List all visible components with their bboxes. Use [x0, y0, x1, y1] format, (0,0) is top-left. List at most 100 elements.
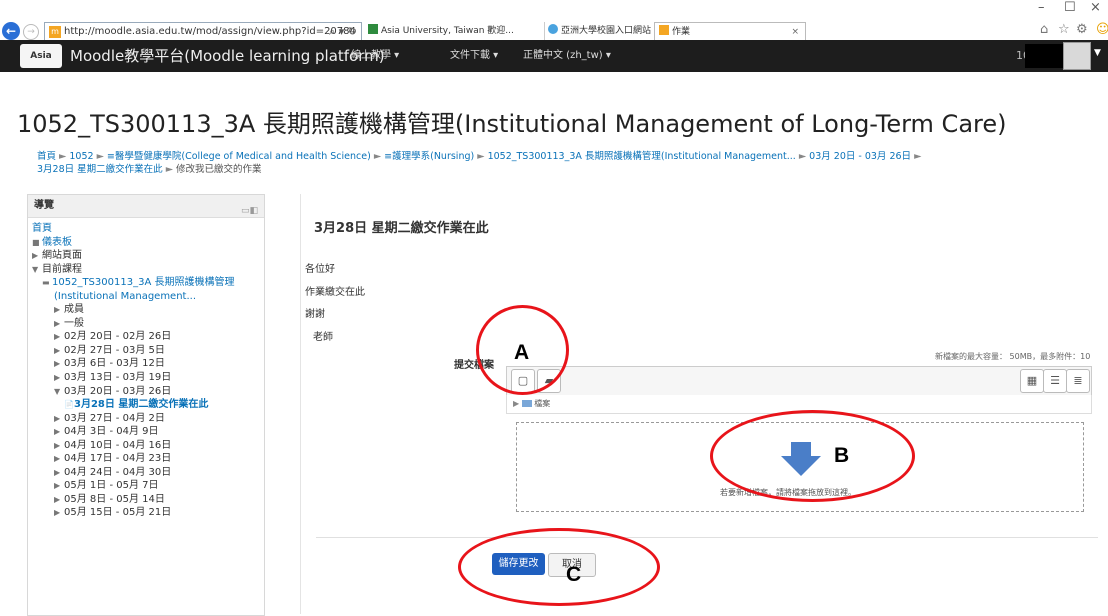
annotation-ring-b	[710, 410, 915, 502]
address-bar[interactable]: m http://moodle.asia.edu.tw/mod/assign/vi…	[44, 22, 362, 42]
sidebar-item[interactable]: ▶ 03月 13日 - 03月 19日	[28, 371, 264, 385]
intro-line-submit-here: 作業繳交在此	[305, 287, 365, 298]
menu-documents[interactable]: 文件下載 ▾	[450, 44, 498, 68]
moodle-logo[interactable]: Asia	[20, 44, 62, 68]
breadcrumb-separator-icon: ►	[165, 164, 177, 175]
maximize-button[interactable]: ☐	[1064, 0, 1076, 15]
sidebar-item[interactable]: 首頁	[28, 222, 264, 236]
sidebar-item[interactable]: ▶ 一般	[28, 317, 264, 331]
minimize-button[interactable]: –	[1038, 0, 1045, 15]
annotation-label-c: C	[566, 563, 582, 586]
bullet-icon: ■	[32, 237, 40, 247]
view-tree-icon[interactable]: ≣	[1066, 369, 1090, 393]
tab-favicon-icon	[368, 24, 378, 34]
breadcrumb-week[interactable]: 03月 20日 - 03月 26日	[809, 151, 911, 162]
site-brand[interactable]: Moodle教學平台(Moodle learning platform)	[70, 44, 385, 68]
sidebar-item[interactable]: ▶ 03月 27日 - 04月 2日	[28, 412, 264, 426]
intro-line-thanks: 謝謝	[305, 309, 325, 320]
menu-language[interactable]: 正體中文 (zh_tw) ▾	[523, 44, 611, 68]
breadcrumb-separator-icon: ►	[373, 151, 385, 162]
sidebar-item[interactable]: ▶ 03月 6日 - 03月 12日	[28, 357, 264, 371]
chevron-right-icon: ▶	[54, 318, 61, 328]
sidebar-item[interactable]: 📄3月28日 星期二繳交作業在此	[28, 398, 264, 412]
max-file-size-info: 新檔案的最大容量： 50MB，最多附件：10	[935, 352, 1091, 361]
settings-gear-icon[interactable]: ⚙	[1076, 22, 1088, 37]
chevron-down-icon[interactable]: ▼	[1094, 48, 1101, 58]
back-icon[interactable]: ←	[2, 22, 20, 40]
chevron-right-icon: ▶	[54, 427, 61, 437]
sidebar-item-label: 05月 8日 - 05月 14日	[64, 493, 165, 505]
breadcrumb-course[interactable]: 1052_TS300113_3A 長期照護機構管理(Institutional …	[488, 151, 796, 162]
sidebar-item[interactable]: ▬ 1052_TS300113_3A 長期照護機構管理	[28, 276, 264, 290]
view-icons-icon[interactable]: ▦	[1020, 369, 1044, 393]
browser-tab-assignment[interactable]: 作業 ×	[654, 22, 806, 41]
intro-line-teacher: 老師	[313, 332, 333, 343]
favorites-star-icon[interactable]: ☆	[1058, 22, 1070, 37]
breadcrumb-separator-icon: ►	[798, 151, 810, 162]
block-controls-icon[interactable]: ▭◧	[241, 200, 258, 222]
sidebar-item-label: 3月28日 星期二繳交作業在此	[74, 399, 209, 411]
intro-line-greeting: 各位好	[305, 264, 335, 275]
view-details-icon[interactable]: ☰	[1043, 369, 1067, 393]
sidebar-item-label: 1052_TS300113_3A 長期照護機構管理	[52, 277, 235, 289]
close-window-button[interactable]: ×	[1090, 0, 1101, 15]
sidebar-item[interactable]: ▼ 目前課程	[28, 263, 264, 277]
sidebar-item[interactable]: ■ 儀表板	[28, 236, 264, 250]
breadcrumb-home[interactable]: 首頁	[37, 151, 56, 162]
breadcrumb-department[interactable]: ≡護理學系(Nursing)	[384, 151, 474, 162]
breadcrumb-separator-icon: ►	[477, 151, 488, 162]
assignment-icon: 📄	[64, 400, 74, 410]
chevron-right-icon: ▶	[54, 467, 61, 477]
browser-tab-campus-portal[interactable]: 亞洲大學校園入口網站 | Asia ...	[544, 22, 655, 40]
chevron-right-icon: ▶	[54, 359, 61, 369]
forward-icon[interactable]: →	[23, 24, 39, 40]
site-favicon-icon: m	[49, 26, 61, 38]
chevron-right-icon: ▶	[54, 413, 61, 423]
folder-icon	[521, 400, 532, 407]
close-tab-icon[interactable]: ×	[791, 23, 799, 41]
breadcrumb-college[interactable]: ≡醫學暨健康學院(College of Medical and Health S…	[107, 151, 371, 162]
sidebar-item[interactable]: ▶ 05月 15日 - 05月 21日	[28, 506, 264, 520]
sidebar-item-label: 02月 27日 - 03月 5日	[64, 344, 165, 356]
sidebar-item-label: 網站頁面	[42, 250, 82, 262]
annotation-label-b: B	[834, 444, 850, 467]
sidebar-item[interactable]: ▶ 04月 24日 - 04月 30日	[28, 466, 264, 480]
sidebar-item[interactable]: ▶ 成員	[28, 303, 264, 317]
breadcrumb-separator-icon: ►	[96, 151, 107, 162]
sidebar-item[interactable]: ▶ 05月 1日 - 05月 7日	[28, 479, 264, 493]
sidebar-item-label: 04月 17日 - 04月 23日	[64, 453, 172, 465]
home-icon[interactable]: ⌂	[1040, 22, 1048, 37]
smiley-feedback-icon[interactable]: ☺	[1096, 22, 1108, 37]
sidebar-item-label: 02月 20日 - 02月 26日	[64, 331, 172, 343]
sidebar-item-label: 03月 27日 - 04月 2日	[64, 412, 165, 424]
search-icon[interactable]: ⌕ ▾ ↻	[329, 23, 357, 41]
sidebar-item[interactable]: ▼ 03月 20日 - 03月 26日	[28, 385, 264, 399]
folder-expand-icon[interactable]: ▶	[513, 399, 522, 408]
sidebar-item[interactable]: ▶ 網站頁面	[28, 249, 264, 263]
sidebar-item[interactable]: (Institutional Management...	[28, 290, 264, 304]
avatar[interactable]	[1063, 42, 1091, 70]
sidebar-item[interactable]: ▶ 04月 3日 - 04月 9日	[28, 425, 264, 439]
sidebar-item[interactable]: ▶ 05月 8日 - 05月 14日	[28, 493, 264, 507]
sidebar-item-label: 目前課程	[42, 263, 82, 275]
sidebar-item-label: 成員	[64, 304, 84, 316]
tab-favicon-icon	[659, 25, 669, 35]
sidebar-item[interactable]: ▶ 04月 17日 - 04月 23日	[28, 452, 264, 466]
sidebar-item-label: 04月 24日 - 04月 30日	[64, 466, 172, 478]
sidebar-item-label: 05月 1日 - 05月 7日	[64, 480, 159, 492]
breadcrumb-year[interactable]: 1052	[69, 151, 93, 162]
sidebar-item[interactable]: ▶ 04月 10日 - 04月 16日	[28, 439, 264, 453]
sidebar-item-label: 03月 6日 - 03月 12日	[64, 358, 165, 370]
sidebar-item[interactable]: ▶ 02月 27日 - 03月 5日	[28, 344, 264, 358]
browser-tab-asia-university[interactable]: Asia University, Taiwan 歡迎...	[364, 22, 545, 40]
sidebar-item[interactable]: ▶ 02月 20日 - 02月 26日	[28, 330, 264, 344]
annotation-ring-c	[458, 528, 660, 606]
chevron-down-icon: ▼	[32, 264, 39, 274]
breadcrumb-assignment[interactable]: 3月28日 星期二繳交作業在此	[37, 164, 163, 175]
sidebar-item-label: 首頁	[32, 223, 52, 234]
sidebar-item-label: 05月 15日 - 05月 21日	[64, 507, 172, 519]
form-divider	[316, 537, 1098, 538]
folder-path-label[interactable]: 檔案	[534, 399, 550, 408]
chevron-right-icon: ▶	[54, 454, 61, 464]
menu-online-teaching[interactable]: 線上教學 ▾	[351, 44, 399, 68]
